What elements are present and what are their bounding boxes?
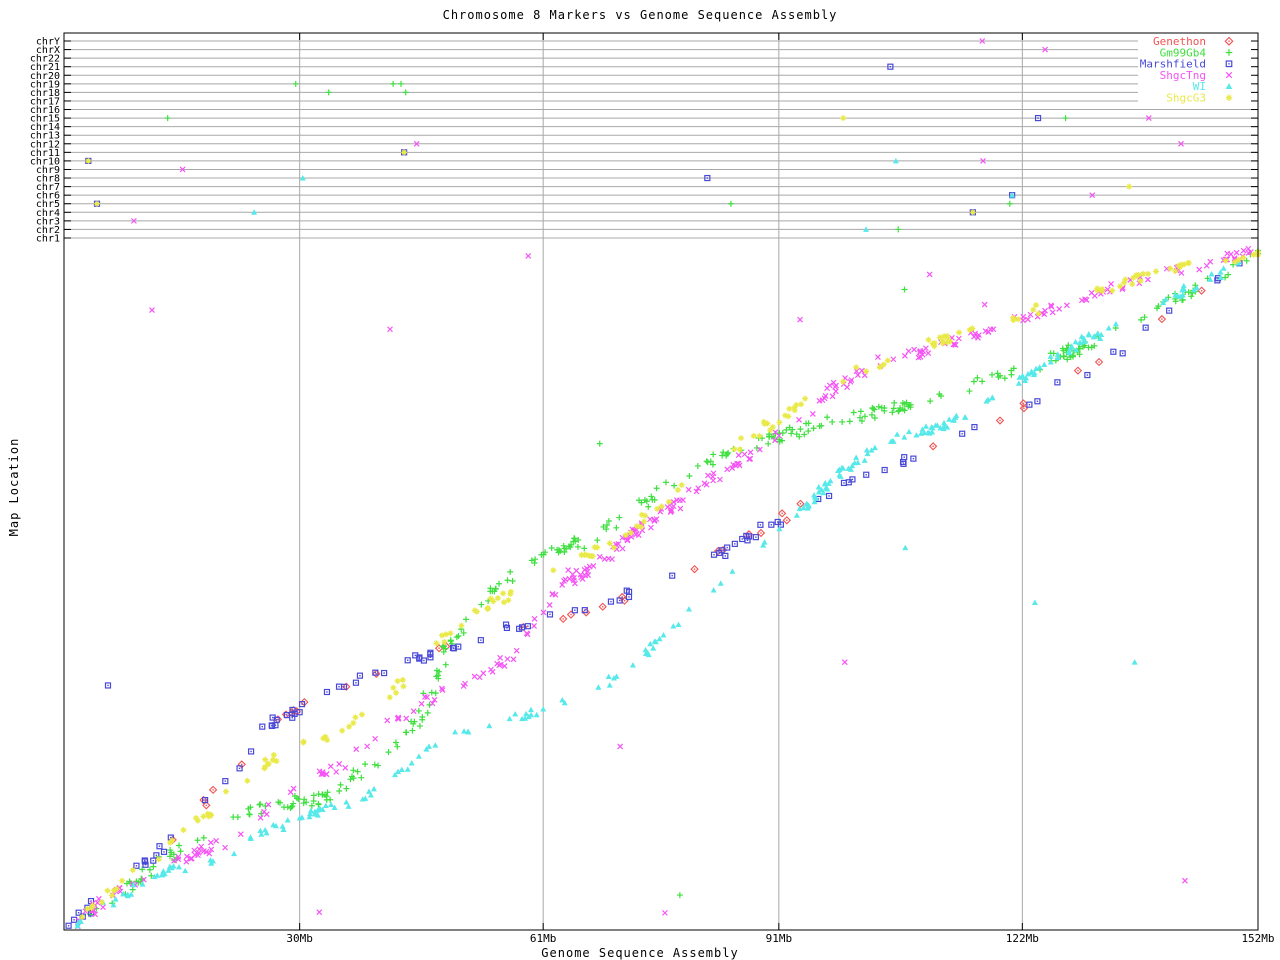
chromosome-tick-labels: chrYchrXchr22chr21chr20chr19chr18chr17ch… [30, 37, 60, 245]
series-Marshfield-points [65, 260, 1243, 929]
x-tick-labels: 30Mb 61Mb 91Mb 122Mb 152Mb [286, 932, 1274, 945]
series-Gm99Gb4-points [87, 247, 1261, 918]
chart-canvas: chrYchrXchr22chr21chr20chr19chr18chr17ch… [30, 32, 1275, 945]
x-tick-label-152: 152Mb [1241, 932, 1274, 945]
axis-ticks [64, 33, 1259, 930]
lane-label-chr1: chr1 [36, 234, 60, 245]
legend-label-ShgcG3: ShgcG3 [1166, 92, 1206, 105]
series-ShgcG3-points [79, 248, 1261, 921]
series-Genethon-points [168, 286, 1206, 844]
chromosome-lane-lines [64, 40, 1258, 239]
x-tick-label-30: 30Mb [286, 932, 313, 945]
gridlines [299, 33, 1023, 930]
x-tick-label-61: 61Mb [530, 932, 557, 945]
off-diagonal-outlier-points [104, 253, 1188, 916]
plot-frame [63, 32, 1259, 931]
x-tick-label-122: 122Mb [1006, 932, 1039, 945]
plot-window: Chromosome 8 Markers vs Genome Sequence … [0, 0, 1280, 960]
x-tick-label-91: 91Mb [766, 932, 793, 945]
